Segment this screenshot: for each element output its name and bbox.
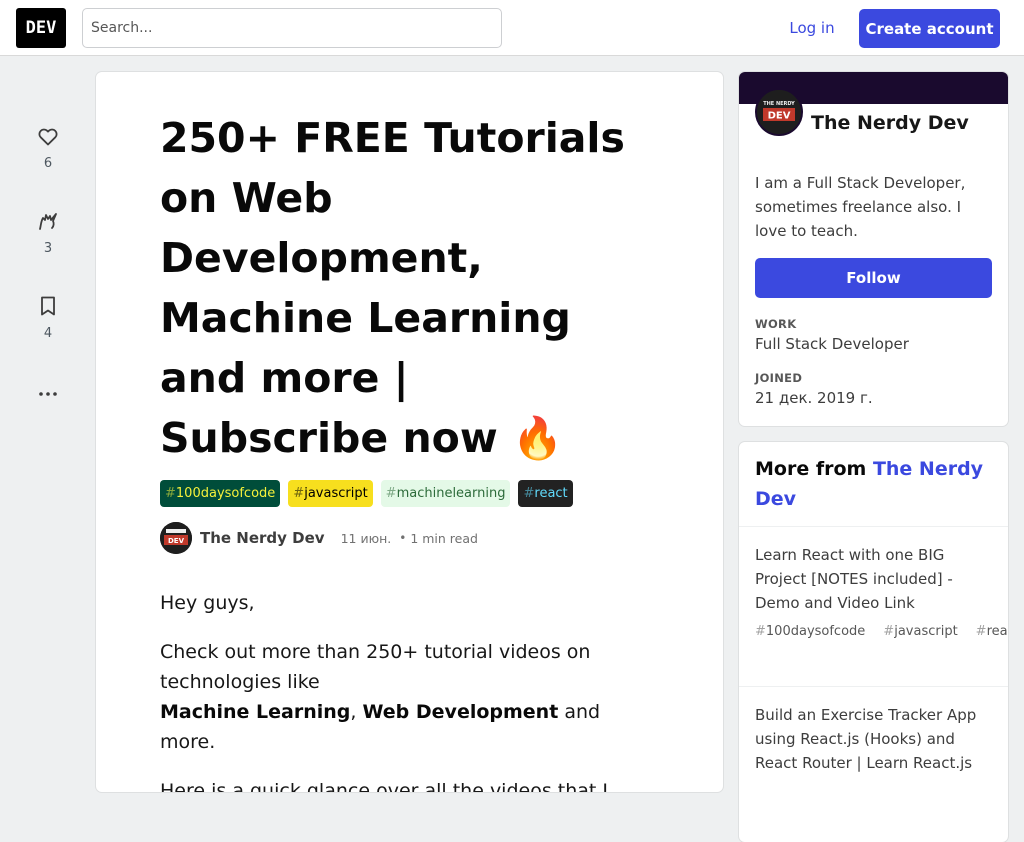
heart-reaction-button[interactable]: 6 — [28, 124, 68, 171]
bookmark-count: 4 — [43, 326, 53, 341]
unicorn-reaction-button[interactable]: 3 — [28, 209, 68, 256]
tag-machinelearning[interactable]: # machinelearning — [380, 480, 511, 507]
bookmark-icon — [41, 296, 55, 316]
more-from-header: More from The Nerdy Dev — [739, 442, 1008, 527]
more-from-item-tags: #100daysofcode#javascript#react#webdev — [755, 619, 1008, 645]
article-author-row: DEV The Nerdy Dev 11 июн. • 1 min read — [160, 522, 478, 554]
more-tag[interactable]: #react — [976, 624, 1008, 639]
author-avatar[interactable]: DEV — [160, 522, 192, 554]
work-value: Full Stack Developer — [755, 335, 909, 353]
more-icon — [39, 392, 57, 396]
more-from-item-title[interactable]: Build an Exercise Tracker App using Reac… — [755, 703, 995, 775]
heart-icon — [38, 128, 58, 146]
svg-text:DEV: DEV — [768, 111, 791, 122]
article-card: 250+ FREE Tutorials on Web Development, … — [96, 72, 723, 792]
article-body: Hey guys, Check out more than 250+ tutor… — [160, 588, 660, 792]
heart-count: 6 — [43, 156, 53, 171]
author-name-link[interactable]: The Nerdy Dev — [200, 529, 325, 547]
follow-button[interactable]: Follow — [755, 258, 992, 298]
joined-value: 21 дек. 2019 г. — [755, 389, 873, 407]
search-box[interactable] — [82, 8, 502, 48]
login-link[interactable]: Log in — [776, 8, 848, 48]
body-paragraph-2: Here is a quick glance over all the vide… — [160, 780, 609, 792]
body-greeting: Hey guys, — [160, 592, 255, 614]
more-tag[interactable]: #javascript — [883, 624, 966, 639]
more-from-item-title[interactable]: Learn React with one BIG Project [NOTES … — [755, 543, 995, 615]
more-from-item[interactable]: Build an Exercise Tracker App using Reac… — [739, 687, 1008, 842]
top-header: DEV Log in Create account — [0, 0, 1024, 56]
work-label: WORK — [755, 317, 797, 331]
unicorn-count: 3 — [43, 241, 53, 256]
profile-avatar[interactable]: THE NERDY DEV — [755, 88, 803, 136]
more-from-item[interactable]: Learn React with one BIG Project [NOTES … — [739, 527, 1008, 687]
tag-100daysofcode[interactable]: #100daysofcode — [160, 480, 281, 507]
svg-text:THE NERDY: THE NERDY — [763, 101, 795, 107]
meta-separator: • — [399, 531, 407, 545]
svg-text:DEV: DEV — [168, 537, 185, 545]
read-time: 1 min read — [410, 530, 478, 546]
joined-label: JOINED — [755, 371, 803, 385]
article-title: 250+ FREE Tutorials on Web Development, … — [160, 114, 625, 462]
profile-name-link[interactable]: The Nerdy Dev — [811, 112, 969, 134]
tag-javascript[interactable]: # javascript — [288, 480, 373, 507]
dev-logo[interactable]: DEV — [16, 8, 66, 48]
article-tags: #100daysofcode # javascript # machinelearn… — [160, 480, 573, 507]
create-account-button[interactable]: Create account — [859, 9, 1000, 48]
more-from-title: More from The Nerdy Dev — [755, 458, 984, 510]
tag-react[interactable]: # react — [518, 480, 573, 507]
bookmark-reaction-button[interactable]: 4 — [28, 294, 68, 341]
author-profile-card: THE NERDY DEV The Nerdy Dev I am a Full S… — [739, 72, 1008, 426]
body-paragraph-1: Check out more than 250+ tutorial videos… — [160, 641, 601, 753]
search-input[interactable] — [83, 9, 501, 47]
unicorn-icon — [39, 213, 57, 230]
more-actions-button[interactable] — [28, 382, 68, 406]
profile-bio: I am a Full Stack Developer, sometimes f… — [755, 174, 966, 240]
more-tag[interactable]: #100daysofcode — [755, 624, 874, 639]
more-from-card: More from The Nerdy Dev Learn React with… — [739, 442, 1008, 842]
publish-date: 11 июн. — [340, 530, 392, 546]
